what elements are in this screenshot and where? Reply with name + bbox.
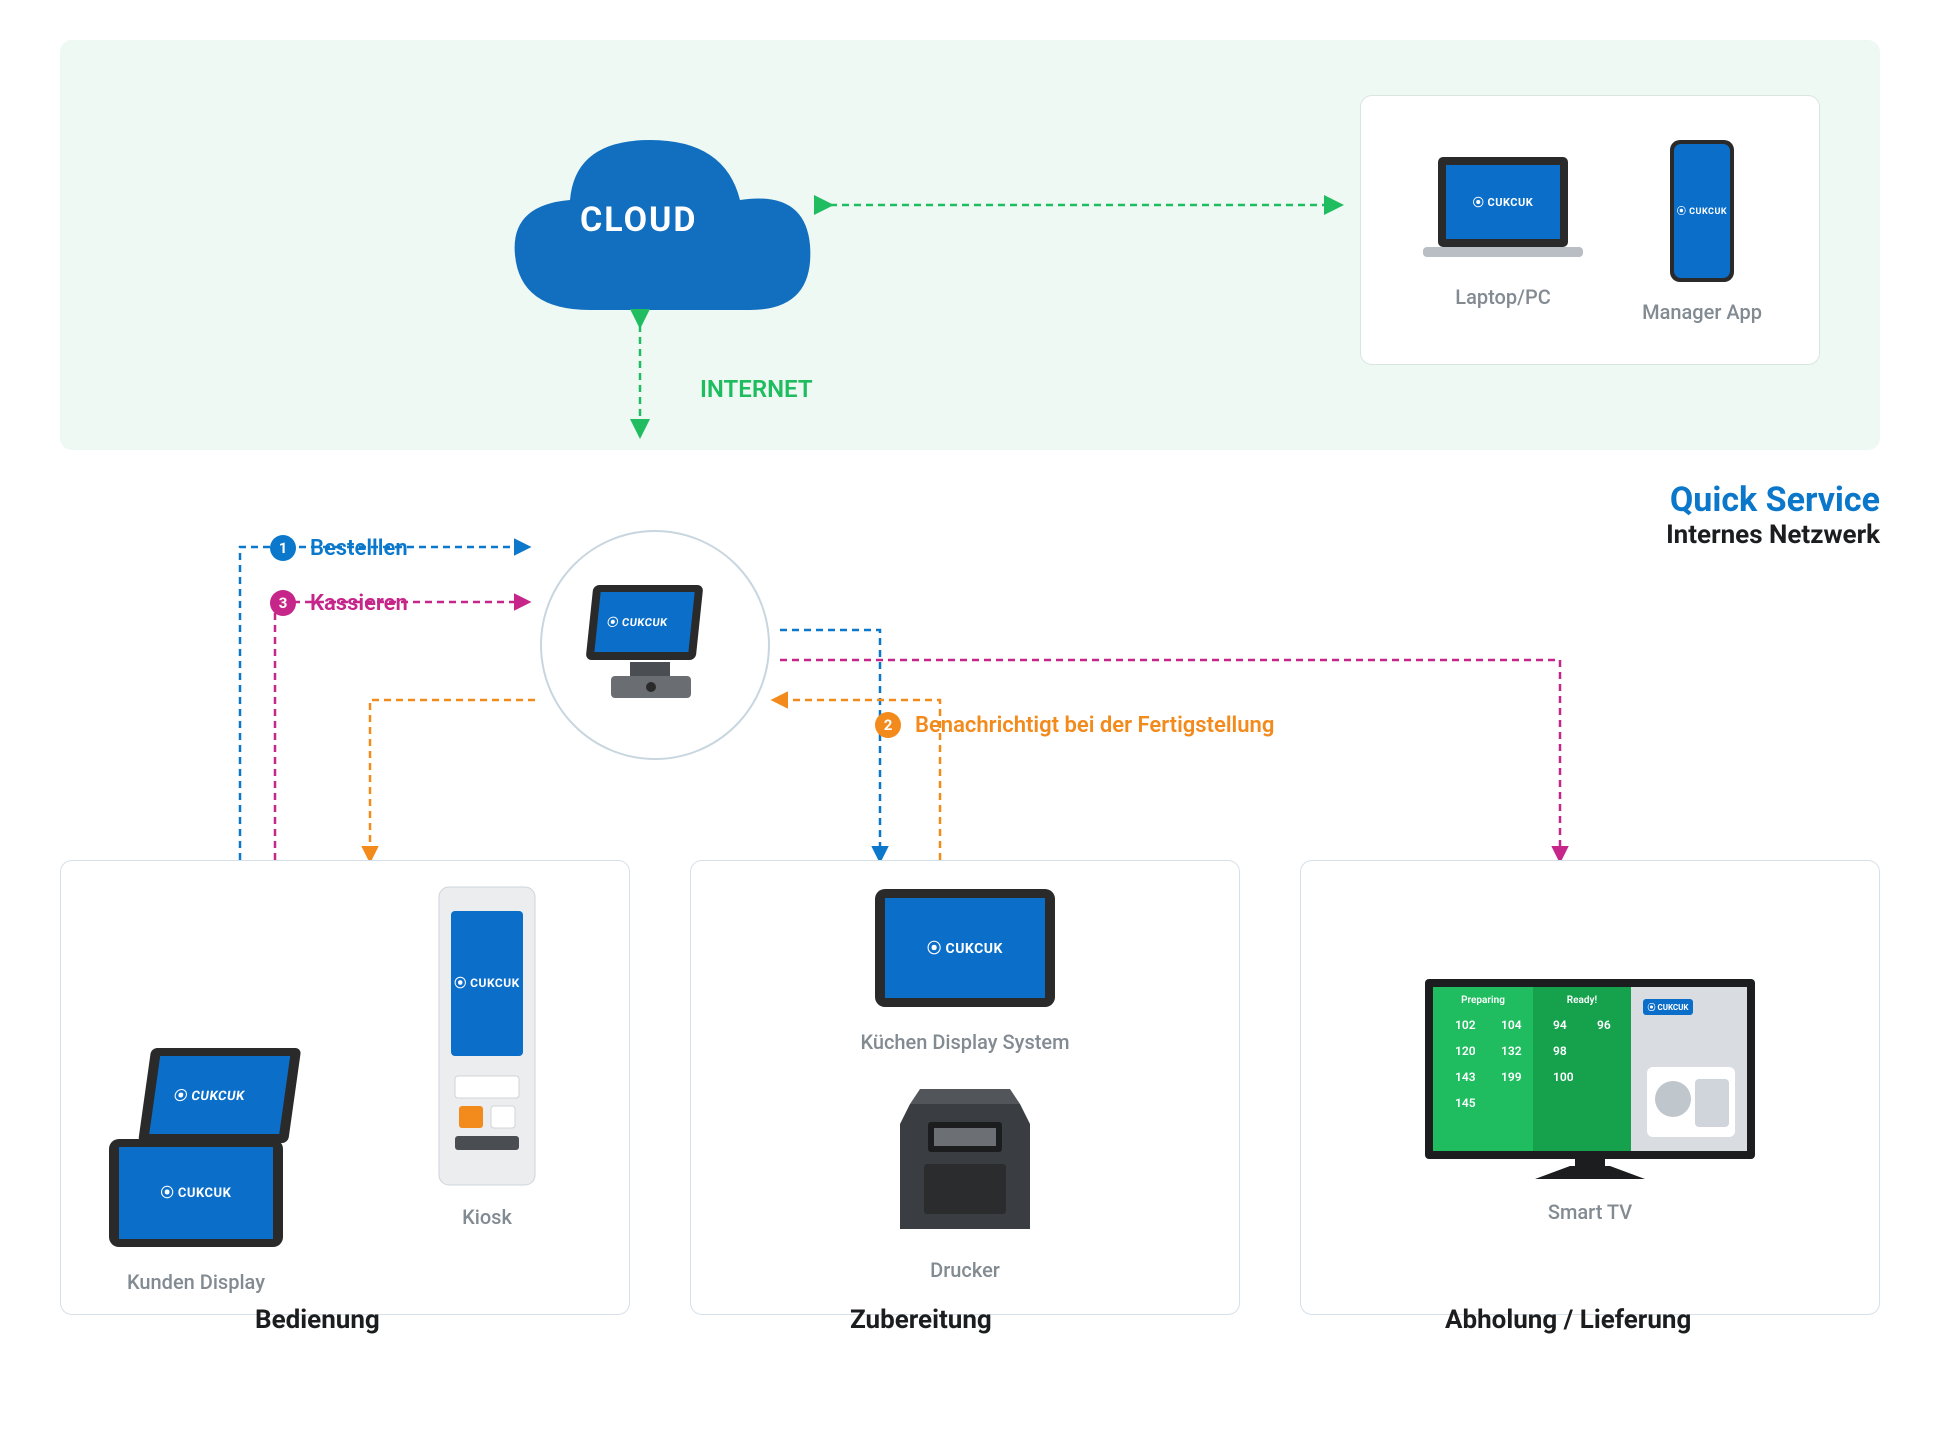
step-1: 1 Bestelllen	[270, 535, 408, 561]
section-label-bedienung: Bedienung	[255, 1305, 380, 1335]
internet-label: INTERNET	[700, 375, 813, 403]
device-kunden-display: ⦿ CUKCUK Kunden Display	[101, 1131, 291, 1294]
kds-icon: ⦿ CUKCUK	[865, 881, 1065, 1016]
step-3-text: Kassieren	[310, 591, 408, 616]
network-diagram: ⦿ CUKCUK 1 Bestelllen 3 Kassieren 2 Bena…	[60, 480, 1880, 1380]
device-printer: Drucker	[880, 1074, 1050, 1282]
step-2: 2 Benachrichtigt bei der Fertigstellung	[875, 712, 1274, 738]
svg-text:199: 199	[1501, 1070, 1522, 1084]
section-label-zubereitung: Zubereitung	[850, 1305, 992, 1335]
section-label-abholung: Abholung / Lieferung	[1445, 1305, 1691, 1335]
svg-text:120: 120	[1455, 1044, 1476, 1058]
step-2-text: Benachrichtigt bei der Fertigstellung	[915, 713, 1274, 738]
printer-icon	[880, 1074, 1050, 1244]
tv-label: Smart TV	[1548, 1200, 1632, 1224]
svg-text:⦿ CUKCUK: ⦿ CUKCUK	[1647, 1002, 1689, 1012]
step-1-text: Bestelllen	[310, 536, 408, 561]
phone-icon: ⦿ CUKCUK	[1662, 136, 1742, 286]
svg-text:98: 98	[1553, 1044, 1567, 1058]
pos-terminal-icon: ⦿ CUKCUK	[575, 570, 735, 720]
svg-text:⦿ CUKCUK: ⦿ CUKCUK	[607, 615, 669, 629]
device-kds: ⦿ CUKCUK Küchen Display System	[860, 881, 1069, 1054]
kds-label: Küchen Display System	[860, 1030, 1069, 1054]
cloud-section: CLOUD INTERNET ⦿ CUKCUK Laptop/PC ⦿ CU	[60, 40, 1880, 450]
kunden-label: Kunden Display	[127, 1270, 265, 1294]
box-zubereitung: ⦿ CUKCUK Küchen Display System Drucker	[690, 860, 1240, 1315]
svg-text:⦿ CUKCUK: ⦿ CUKCUK	[454, 975, 520, 990]
bottom-boxes: ⦿ CUKCUK POS ⦿ CUKCUK	[60, 860, 1880, 1315]
step-1-badge: 1	[270, 535, 296, 561]
tablet-icon: ⦿ CUKCUK	[101, 1131, 291, 1256]
laptop-icon: ⦿ CUKCUK	[1418, 151, 1588, 271]
box-bedienung: ⦿ CUKCUK POS ⦿ CUKCUK	[60, 860, 630, 1315]
smarttv-icon: Preparing Ready! 102 104 120 132 143 199…	[1415, 971, 1765, 1186]
svg-text:⦿ CUKCUK: ⦿ CUKCUK	[1677, 205, 1727, 217]
step-3: 3 Kassieren	[270, 590, 408, 616]
central-terminal: ⦿ CUKCUK	[540, 530, 770, 760]
device-phone: ⦿ CUKCUK Manager App	[1642, 136, 1762, 324]
svg-text:⦿ CUKCUK: ⦿ CUKCUK	[1473, 195, 1534, 209]
device-laptop: ⦿ CUKCUK Laptop/PC	[1418, 151, 1588, 309]
cloud-label: CLOUD	[580, 200, 698, 240]
step-2-badge: 2	[875, 712, 901, 738]
printer-label: Drucker	[930, 1258, 1000, 1282]
svg-text:96: 96	[1597, 1018, 1611, 1032]
svg-text:100: 100	[1553, 1070, 1574, 1084]
svg-text:132: 132	[1501, 1044, 1522, 1058]
laptop-label: Laptop/PC	[1455, 285, 1550, 309]
device-smarttv: Preparing Ready! 102 104 120 132 143 199…	[1415, 971, 1765, 1224]
svg-text:143: 143	[1455, 1070, 1476, 1084]
svg-text:94: 94	[1553, 1018, 1567, 1032]
tv-col-ready: Ready!	[1567, 995, 1598, 1006]
manager-box: ⦿ CUKCUK Laptop/PC ⦿ CUKCUK Manager App	[1360, 95, 1820, 365]
svg-text:⦿ CUKCUK: ⦿ CUKCUK	[927, 941, 1003, 957]
svg-text:⦿ CUKCUK: ⦿ CUKCUK	[161, 1185, 232, 1201]
svg-text:104: 104	[1501, 1018, 1522, 1032]
app-label: Manager App	[1642, 300, 1762, 324]
box-abholung: Preparing Ready! 102 104 120 132 143 199…	[1300, 860, 1880, 1315]
svg-text:⦿ CUKCUK: ⦿ CUKCUK	[173, 1088, 246, 1104]
svg-text:102: 102	[1455, 1018, 1476, 1032]
tv-col-preparing: Preparing	[1461, 995, 1505, 1006]
svg-text:145: 145	[1455, 1096, 1476, 1110]
step-3-badge: 3	[270, 590, 296, 616]
